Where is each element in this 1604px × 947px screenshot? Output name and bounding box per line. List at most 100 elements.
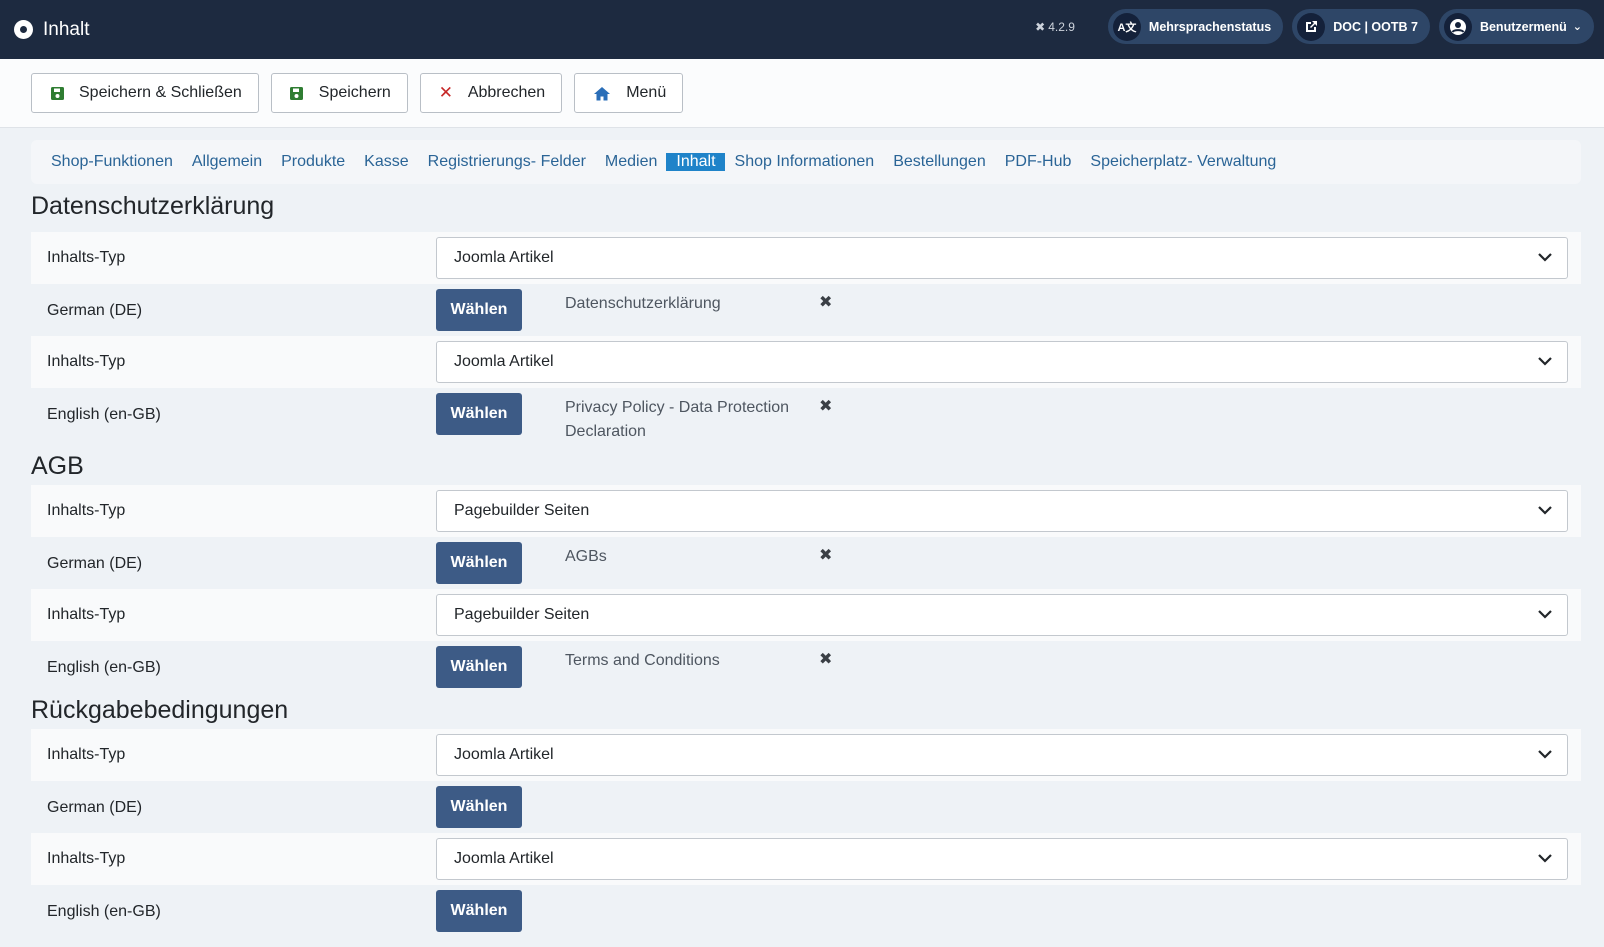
choose-button[interactable]: Wählen xyxy=(436,289,522,331)
tab-registration-fields[interactable]: Registrierungs- Felder xyxy=(418,153,595,171)
content-type-value: Joomla Artikel xyxy=(454,249,554,266)
language-icon: A文 xyxy=(1112,12,1141,41)
language-row: English (en-GB) Wählen Privacy Policy - … xyxy=(31,388,1581,449)
content-type-value: Joomla Artikel xyxy=(454,850,554,867)
header-brand: Inhalt xyxy=(14,19,89,41)
close-icon: ✕ xyxy=(438,83,453,102)
language-row: German (DE) Wählen Datenschutzerklärung … xyxy=(31,284,1581,336)
language-label: German (DE) xyxy=(47,302,143,319)
content-type-label: Inhalts-Typ xyxy=(47,249,126,266)
tab-general[interactable]: Allgemein xyxy=(182,153,271,171)
tab-products[interactable]: Produkte xyxy=(271,153,354,171)
content-type-select[interactable]: Pagebuilder Seiten xyxy=(436,594,1568,636)
chevron-down-icon xyxy=(1537,606,1553,624)
site-link-button[interactable]: DOC | OOTB 7 xyxy=(1292,9,1430,44)
tab-shop-info[interactable]: Shop Informationen xyxy=(725,153,884,171)
content-type-row: Inhalts-Typ Joomla Artikel xyxy=(31,729,1581,781)
save-close-label: Speichern & Schließen xyxy=(79,84,242,101)
external-link-icon xyxy=(1297,12,1326,41)
multilang-status-label: Mehrsprachenstatus xyxy=(1148,19,1272,34)
chevron-down-icon xyxy=(1537,746,1553,764)
user-menu-label: Benutzermenü xyxy=(1479,19,1567,34)
remove-icon[interactable]: ✖ xyxy=(819,396,832,416)
content-type-label: Inhalts-Typ xyxy=(47,746,126,763)
save-close-button[interactable]: Speichern & Schließen xyxy=(31,73,259,113)
menu-label: Menü xyxy=(626,84,667,101)
choose-button[interactable]: Wählen xyxy=(436,786,522,828)
user-menu-button[interactable]: Benutzermenü ⌄ xyxy=(1438,9,1594,44)
remove-icon[interactable]: ✖ xyxy=(819,649,832,669)
content-type-select[interactable]: Joomla Artikel xyxy=(436,734,1568,776)
content-icon xyxy=(14,20,33,39)
language-label: English (en-GB) xyxy=(47,903,161,920)
tab-pdf-hub[interactable]: PDF-Hub xyxy=(995,153,1081,171)
chevron-down-icon xyxy=(1537,249,1553,267)
content-type-value: Pagebuilder Seiten xyxy=(454,502,590,519)
language-label: English (en-GB) xyxy=(47,406,161,423)
choose-button[interactable]: Wählen xyxy=(436,393,522,435)
chevron-down-icon xyxy=(1537,502,1553,520)
section-title: Rückgabebedingungen xyxy=(31,696,289,724)
language-label: English (en-GB) xyxy=(47,659,161,676)
save-icon xyxy=(290,86,304,100)
version-indicator: ✖ 4.2.9 xyxy=(1035,20,1075,34)
choose-button[interactable]: Wählen xyxy=(436,542,522,584)
language-label: German (DE) xyxy=(47,799,143,816)
content-type-select[interactable]: Joomla Artikel xyxy=(436,237,1568,279)
tab-checkout[interactable]: Kasse xyxy=(354,153,417,171)
selected-item: Datenschutzerklärung xyxy=(565,295,721,312)
content-area: Datenschutzerklärung Inhalts-Typ Joomla … xyxy=(31,186,1581,937)
cancel-label: Abbrechen xyxy=(467,84,546,101)
home-icon xyxy=(593,86,611,101)
content-type-row: Inhalts-Typ Joomla Artikel xyxy=(31,336,1581,388)
selected-item: Terms and Conditions xyxy=(565,652,720,669)
content-type-label: Inhalts-Typ xyxy=(47,850,126,867)
content-type-label: Inhalts-Typ xyxy=(47,502,126,519)
remove-icon[interactable]: ✖ xyxy=(819,545,832,565)
joomla-icon: ✖ xyxy=(1035,19,1046,34)
chevron-down-icon: ⌄ xyxy=(1572,21,1582,33)
language-label: German (DE) xyxy=(47,555,143,572)
content-type-select[interactable]: Joomla Artikel xyxy=(436,838,1568,880)
content-type-label: Inhalts-Typ xyxy=(47,353,126,370)
content-type-label: Inhalts-Typ xyxy=(47,606,126,623)
content-type-select[interactable]: Pagebuilder Seiten xyxy=(436,490,1568,532)
save-button[interactable]: Speichern xyxy=(270,73,408,113)
version-text: 4.2.9 xyxy=(1048,19,1075,34)
language-row: German (DE) Wählen AGBs ✖ xyxy=(31,537,1581,589)
settings-tabs: Shop-Funktionen Allgemein Produkte Kasse… xyxy=(31,140,1581,184)
language-row: English (en-GB) Wählen xyxy=(31,885,1581,937)
content-type-select[interactable]: Joomla Artikel xyxy=(436,341,1568,383)
content-type-row: Inhalts-Typ Joomla Artikel xyxy=(31,833,1581,885)
tab-content[interactable]: Inhalt xyxy=(666,153,725,171)
choose-button[interactable]: Wählen xyxy=(436,646,522,688)
language-row: English (en-GB) Wählen Terms and Conditi… xyxy=(31,641,1581,693)
tab-storage-management[interactable]: Speicherplatz- Verwaltung xyxy=(1080,153,1285,171)
toolbar: Speichern & Schließen Speichern ✕ Abbrec… xyxy=(0,59,1604,128)
content-type-row: Inhalts-Typ Pagebuilder Seiten xyxy=(31,485,1581,537)
language-row: German (DE) Wählen xyxy=(31,781,1581,833)
section-title: AGB xyxy=(31,452,84,480)
tab-orders[interactable]: Bestellungen xyxy=(883,153,995,171)
remove-icon[interactable]: ✖ xyxy=(819,292,832,312)
selected-item: Privacy Policy - Data Protection Declara… xyxy=(565,399,790,440)
cancel-button[interactable]: ✕ Abbrechen xyxy=(419,73,563,113)
chevron-down-icon xyxy=(1537,353,1553,371)
top-header: Inhalt ✖ 4.2.9 A文 Mehrsprachenstatus DOC… xyxy=(0,0,1604,59)
content-type-value: Pagebuilder Seiten xyxy=(454,606,590,623)
site-link-label: DOC | OOTB 7 xyxy=(1333,19,1418,34)
choose-button[interactable]: Wählen xyxy=(436,890,522,932)
content-type-row: Inhalts-Typ Pagebuilder Seiten xyxy=(31,589,1581,641)
tab-media[interactable]: Medien xyxy=(595,153,666,171)
menu-button[interactable]: Menü xyxy=(574,73,684,113)
section-title: Datenschutzerklärung xyxy=(31,192,275,220)
content-type-value: Joomla Artikel xyxy=(454,353,554,370)
content-type-row: Inhalts-Typ Joomla Artikel xyxy=(31,232,1581,284)
chevron-down-icon xyxy=(1537,850,1553,868)
save-label: Speichern xyxy=(318,84,391,101)
save-icon xyxy=(50,86,64,100)
content-type-value: Joomla Artikel xyxy=(454,746,554,763)
tab-shop-functions[interactable]: Shop-Funktionen xyxy=(41,153,182,171)
multilang-status-button[interactable]: A文 Mehrsprachenstatus xyxy=(1107,9,1284,44)
selected-item: AGBs xyxy=(565,548,607,565)
